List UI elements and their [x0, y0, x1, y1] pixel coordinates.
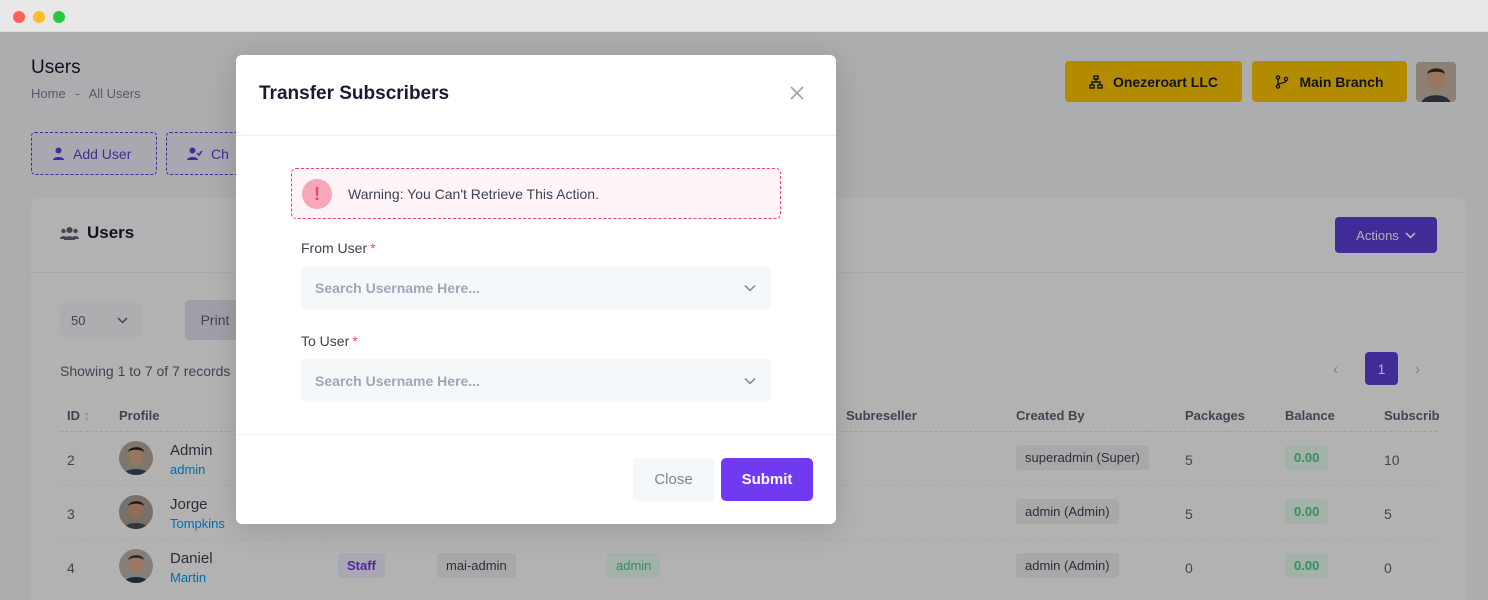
submit-button[interactable]: Submit: [721, 458, 813, 501]
modal-title: Transfer Subscribers: [259, 83, 450, 104]
required-mark: *: [370, 240, 376, 256]
from-user-label: From User *: [301, 240, 376, 256]
window-minimize-button[interactable]: [33, 11, 45, 23]
to-user-select[interactable]: Search Username Here...: [301, 359, 771, 402]
exclamation-icon: !: [302, 179, 332, 209]
warning-alert: ! Warning: You Can't Retrieve This Actio…: [291, 168, 781, 219]
window-close-button[interactable]: [13, 11, 25, 23]
chevron-down-icon: [744, 377, 756, 385]
transfer-subscribers-modal: Transfer Subscribers ! Warning: You Can'…: [236, 55, 836, 524]
from-user-placeholder: Search Username Here...: [315, 280, 480, 296]
close-icon[interactable]: [787, 83, 807, 103]
modal-header: Transfer Subscribers: [236, 55, 836, 136]
app-content: Users Home - All Users Onezeroart LLC Ma…: [0, 32, 1488, 600]
window-titlebar: [0, 0, 1488, 32]
required-mark: *: [352, 333, 358, 349]
from-user-select[interactable]: Search Username Here...: [301, 266, 771, 309]
modal-footer-divider: [236, 434, 836, 435]
warning-text: Warning: You Can't Retrieve This Action.: [348, 186, 599, 202]
window-zoom-button[interactable]: [53, 11, 65, 23]
chevron-down-icon: [744, 284, 756, 292]
to-user-label: To User *: [301, 333, 358, 349]
to-user-placeholder: Search Username Here...: [315, 373, 480, 389]
close-button[interactable]: Close: [633, 458, 714, 501]
